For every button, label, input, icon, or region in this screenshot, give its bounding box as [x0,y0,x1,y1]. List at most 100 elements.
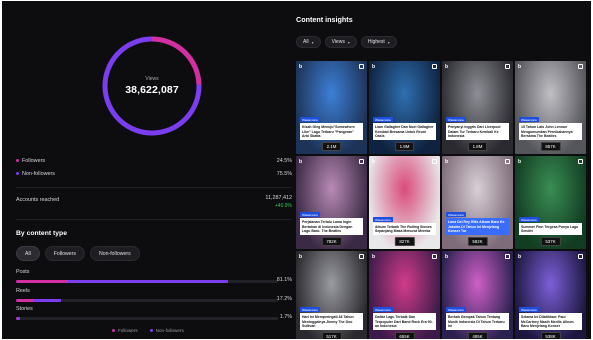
post-headline: Kisah Oleg Menuju"Somewhere Like" Lagu T… [300,123,363,140]
views-donut-chart: Views 38,622,087 [100,34,204,138]
brand-logo-icon: b [518,159,522,165]
post-tile[interactable]: b Wawancara Penyanyi Inggris Dari Liverpoo… [442,61,513,154]
post-tile[interactable]: b Wawancara Berkah Gempak Tahun Tentang Mu… [442,251,513,339]
post-tile[interactable]: b Wawancara Summer Finn Tergesa Punya Lagu… [515,156,586,249]
accounts-reached-delta: +40.9% [274,203,292,209]
carousel-icon [432,254,437,259]
reels-nonfollowers-fill [33,299,62,302]
app-window: Views 38,622,087 Followers 24.5% Non-fol… [2,1,591,339]
post-photo [369,156,440,249]
followers-value: 24.5% [276,157,292,164]
posts-bar-track [16,280,278,283]
post-headline: Liam Gallagher Dan Noel Gallagher Kembal… [373,123,436,140]
carousel-icon [578,64,583,69]
stories-label: Stories [16,306,33,312]
by-content-type-title: By content type [16,230,67,237]
post-views-badge: 495K [467,332,488,339]
filter-content-dropdown[interactable]: All ▾ [296,36,321,48]
content-insights-title: Content insights [296,15,353,24]
post-tile[interactable]: b Wawancara Liam Gallagher Dan Noel Gallag… [369,61,440,154]
post-photo [369,61,440,154]
post-views-badge: 1.9M [394,142,415,151]
post-tile[interactable]: b Wawancara Kisah Oleg Menuju"Somewhere Li… [296,61,367,154]
divider [16,187,292,188]
filter-metric-label: Views [331,39,345,45]
carousel-icon [505,254,510,259]
accounts-reached-value: 11,287,412 [265,195,292,201]
filter-followers-chip[interactable]: Followers [44,246,85,261]
views-label: Views [145,76,159,82]
post-tag: Wawancara [519,217,539,222]
post-photo [515,61,586,154]
post-tag: Wawancara [300,212,320,217]
brand-logo-icon: b [299,159,303,165]
post-headline: Album Terbaik The Rolling Stones Sepanja… [373,222,436,235]
brand-logo-icon: b [299,254,303,260]
carousel-icon [432,64,437,69]
post-tile[interactable]: b Wawancara Selama Ini Dilatihkan: Paul Mc… [515,251,586,339]
chevron-down-icon: ▾ [387,39,390,45]
carousel-icon [505,64,510,69]
reels-bar-track [16,299,278,302]
post-photo [442,61,513,154]
filter-content-label: All [303,39,309,45]
posts-value: 81.1% [276,277,292,283]
divider [16,219,292,220]
legend-followers-label: Followers [118,328,138,333]
post-views-badge: 538K [540,332,561,339]
carousel-icon [578,159,583,164]
accounts-reached-label: Accounts reached [16,197,60,203]
post-tag: Wawancara [300,307,320,312]
insights-filters: All ▾ Views ▾ Highest ▾ [296,36,397,48]
brand-logo-icon: b [372,159,376,165]
brand-logo-icon: b [372,254,376,260]
content-insights-panel: Content insights All ▾ Views ▾ Highest ▾ bW… [292,1,591,339]
views-value: 38,622,087 [125,84,179,96]
stories-value: 1.7% [279,314,292,320]
post-tile[interactable]: b Wawancara Lana Del Rey Rilis Album Baru … [442,156,513,249]
post-headline: Daftar Lagu Terbaik Dan Terpopuler Dari … [373,313,436,330]
filter-sort-dropdown[interactable]: Highest ▾ [360,36,397,48]
post-tile[interactable]: b Wawancara Perjalanan Terlalu Lama Ingin … [296,156,367,249]
followers-dot [16,159,19,162]
post-views-badge: 655K [394,332,415,339]
post-tag: Wawancara [300,117,320,122]
followers-legend-dot [112,329,115,332]
brand-logo-icon: b [445,64,449,70]
filter-metric-dropdown[interactable]: Views ▾ [324,36,357,48]
post-views-badge: 517K [321,332,342,339]
post-photo [296,61,367,154]
views-summary-panel: Views 38,622,087 Followers 24.5% Non-fol… [2,1,292,339]
brand-logo-icon: b [518,254,522,260]
post-tag: Wawancara [446,117,466,122]
post-tag: Wawancara [519,117,539,122]
filter-all-chip[interactable]: All [16,246,40,261]
carousel-icon [359,254,364,259]
carousel-icon [578,254,583,259]
legend-nonfollowers-label: Non-followers [155,328,184,333]
post-views-badge: 857K [540,142,561,151]
chevron-down-icon: ▾ [311,39,314,45]
post-tile[interactable]: b Wawancara Daftar Lagu Terbaik Dan Terpop… [369,251,440,339]
post-tile[interactable]: b Wawancara 15 Tahun Lalu John Lennon Meng… [515,61,586,154]
post-headline: Hari Ini Memperingati 38 Tahun Meninggal… [300,313,363,330]
post-tile[interactable]: b Wawancara Hari Ini Memperingati 38 Tahun… [296,251,367,339]
post-photo [515,156,586,249]
posts-label: Posts [16,269,30,275]
chevron-down-icon: ▾ [347,39,350,45]
post-views-badge: 827K [394,237,415,246]
post-tag: Wawancara [519,307,539,312]
post-views-badge: 582K [467,237,488,246]
brand-logo-icon: b [518,64,522,70]
filter-nonfollowers-chip[interactable]: Non-followers [89,246,140,261]
post-headline: Lana Del Rey Rilis Album Baru Ke Jakarta… [446,218,509,235]
post-views-badge: 537K [540,237,561,246]
post-tag: Wawancara [373,117,393,122]
post-headline: Selama Ini Dilatihkan: Paul McCartney Ma… [519,313,582,330]
posts-followers-fill [16,280,69,283]
carousel-icon [359,159,364,164]
post-tile[interactable]: b Wawancara Album Terbaik The Rolling Ston… [369,156,440,249]
post-photo [296,156,367,249]
post-views-badge: 2.1M [321,142,342,151]
bar-legend: Followers Non-followers [112,328,184,333]
